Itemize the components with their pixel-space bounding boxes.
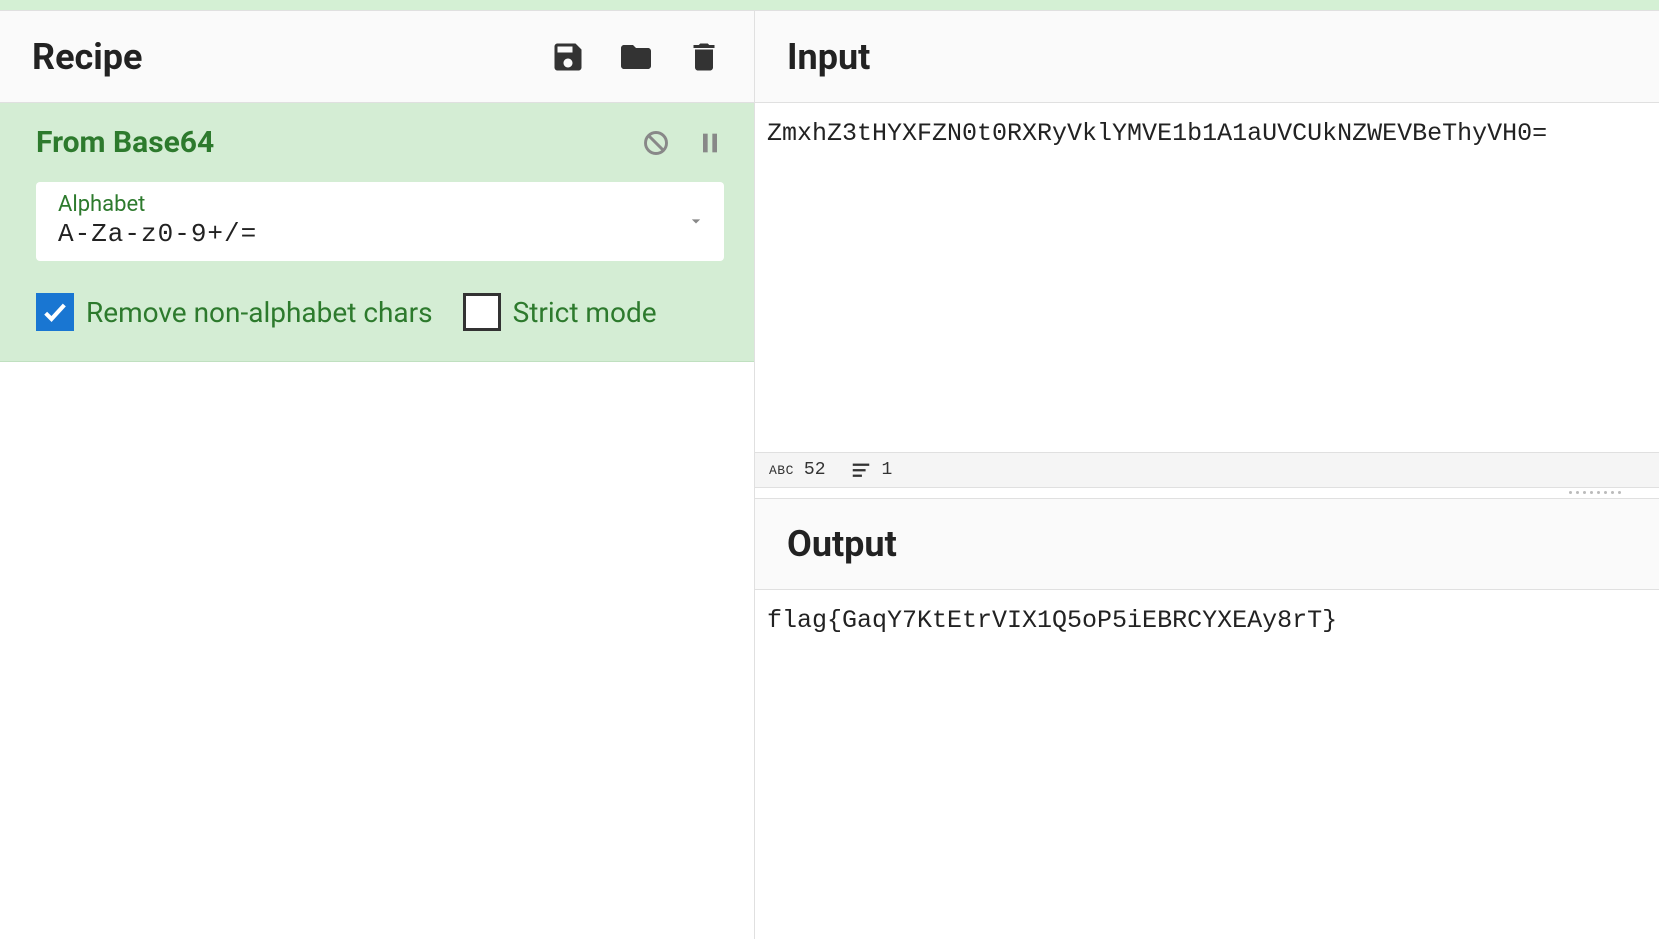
checkbox-unchecked-icon [463, 293, 501, 331]
output-textarea[interactable]: flag{GaqY7KtEtrVIX1Q5oP5iEBRCYXEAy8rT} [755, 590, 1659, 939]
abc-icon: ABC [769, 463, 794, 478]
operation-header: From Base64 [36, 125, 724, 160]
output-title: Output [787, 523, 897, 565]
strict-mode-checkbox[interactable]: Strict mode [463, 293, 657, 331]
remove-non-alphabet-label: Remove non-alphabet chars [86, 296, 433, 329]
operation-title: From Base64 [36, 125, 214, 160]
chevron-down-icon[interactable] [686, 211, 706, 231]
checkbox-row: Remove non-alphabet chars Strict mode [36, 293, 724, 331]
input-header: Input [755, 11, 1659, 103]
pause-icon[interactable] [696, 129, 724, 157]
folder-icon[interactable] [618, 39, 654, 75]
input-title: Input [787, 36, 870, 78]
line-count: 1 [850, 459, 893, 481]
disable-icon[interactable] [642, 129, 670, 157]
output-value: flag{GaqY7KtEtrVIX1Q5oP5iEBRCYXEAy8rT} [767, 606, 1337, 635]
char-count-value: 52 [804, 460, 826, 480]
line-count-value: 1 [882, 460, 893, 480]
output-header: Output [755, 498, 1659, 590]
operation-controls [642, 129, 724, 157]
input-textarea[interactable]: ZmxhZ3tHYXFZN0t0RXRyVklYMVE1b1A1aUVCUkNZ… [755, 103, 1659, 452]
recipe-toolbar [550, 39, 722, 75]
recipe-panel: Recipe From Base64 [0, 11, 755, 939]
checkbox-checked-icon [36, 293, 74, 331]
alphabet-content: Alphabet A-Za-z0-9+/= [58, 192, 257, 249]
recipe-header: Recipe [0, 11, 754, 103]
io-panel: Input ZmxhZ3tHYXFZN0t0RXRyVklYMVE1b1A1aU… [755, 11, 1659, 939]
recipe-drop-area[interactable] [0, 362, 754, 939]
alphabet-dropdown[interactable]: Alphabet A-Za-z0-9+/= [36, 182, 724, 261]
operation-from-base64[interactable]: From Base64 Alphabet A-Za-z0-9+/= [0, 103, 754, 362]
alphabet-value: A-Za-z0-9+/= [58, 219, 257, 249]
main-container: Recipe From Base64 [0, 11, 1659, 939]
save-icon[interactable] [550, 39, 586, 75]
strict-mode-label: Strict mode [513, 296, 657, 329]
char-count: ABC 52 [769, 460, 826, 480]
remove-non-alphabet-checkbox[interactable]: Remove non-alphabet chars [36, 293, 433, 331]
input-value: ZmxhZ3tHYXFZN0t0RXRyVklYMVE1b1A1aUVCUkNZ… [767, 119, 1547, 148]
input-status-bar: ABC 52 1 [755, 452, 1659, 488]
top-bar [0, 0, 1659, 11]
lines-icon [850, 459, 872, 481]
alphabet-label: Alphabet [58, 192, 257, 217]
trash-icon[interactable] [686, 39, 722, 75]
pane-resize-handle[interactable] [755, 488, 1659, 498]
recipe-title: Recipe [32, 36, 142, 78]
